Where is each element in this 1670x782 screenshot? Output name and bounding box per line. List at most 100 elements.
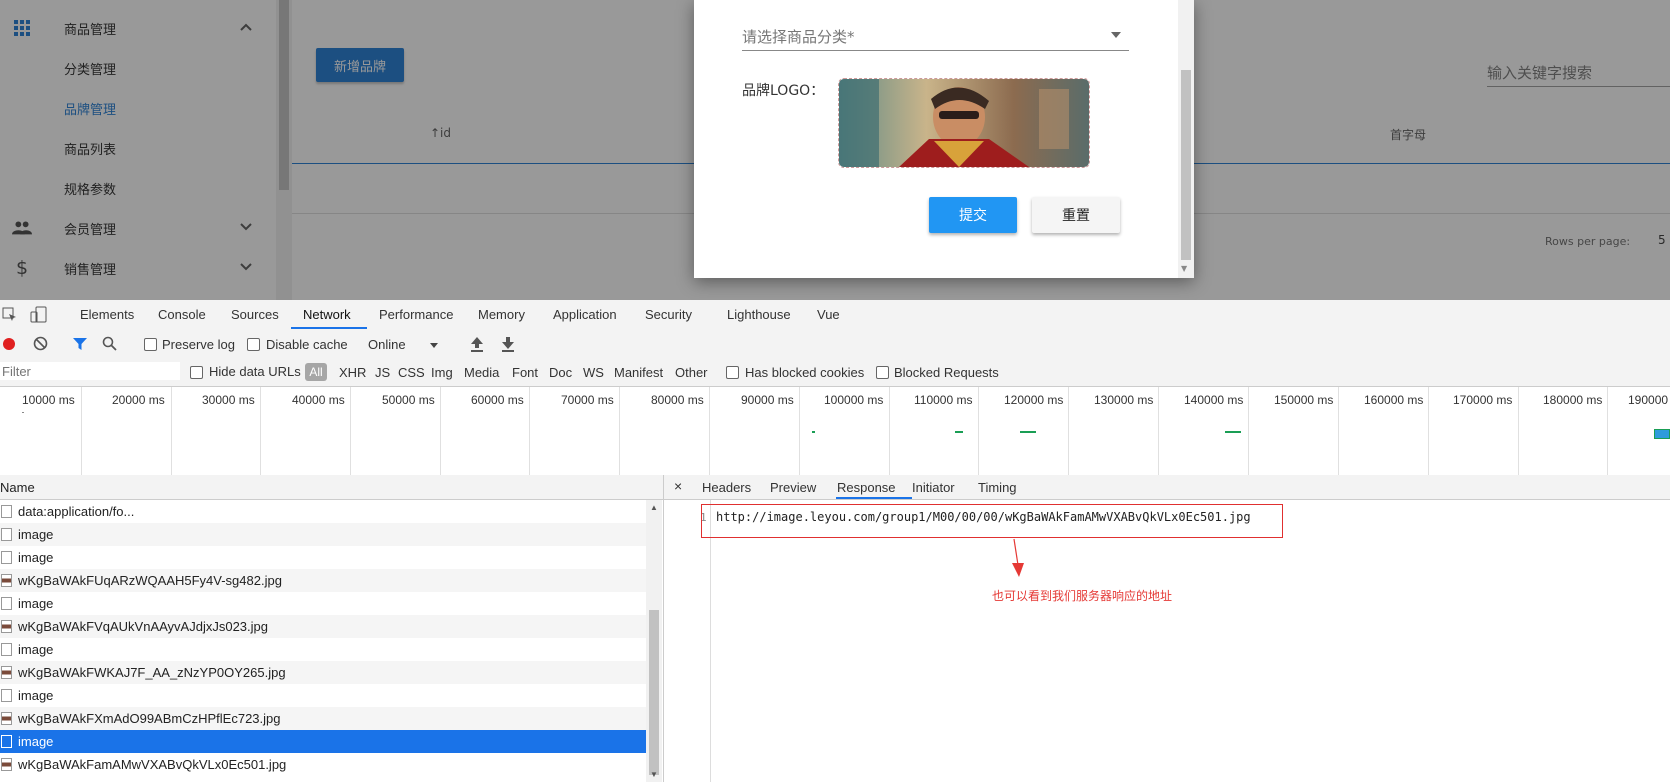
has-blocked-cookies-checkbox[interactable] bbox=[726, 366, 739, 379]
tab-console[interactable]: Console bbox=[158, 307, 206, 322]
disable-cache-checkbox[interactable] bbox=[247, 338, 260, 351]
timeline-label: 60000 ms bbox=[471, 393, 524, 407]
request-row[interactable]: wKgBaWAkFXmAdO99ABmCzHPflEc723.jpg bbox=[0, 707, 646, 730]
tab-memory[interactable]: Memory bbox=[478, 307, 525, 322]
timeline-label: 50000 ms bbox=[382, 393, 435, 407]
timeline-gridline bbox=[1607, 387, 1608, 475]
request-row[interactable]: wKgBaWAkFVqAUkVnAAyvAJdjxJs023.jpg bbox=[0, 615, 646, 638]
request-row[interactable]: image bbox=[0, 638, 646, 661]
filter-doc[interactable]: Doc bbox=[549, 365, 572, 380]
timeline-label: 90000 ms bbox=[741, 393, 794, 407]
request-list-scrollbar[interactable]: ▲ ▼ bbox=[646, 500, 662, 782]
tab-sources[interactable]: Sources bbox=[231, 307, 279, 322]
filter-font[interactable]: Font bbox=[512, 365, 538, 380]
request-row[interactable]: image bbox=[0, 546, 646, 569]
import-har-icon[interactable] bbox=[470, 336, 484, 355]
record-icon[interactable] bbox=[3, 338, 15, 350]
scroll-down-arrow-icon[interactable]: ▼ bbox=[1181, 264, 1187, 273]
tab-vue[interactable]: Vue bbox=[817, 307, 840, 322]
timeline-gridline bbox=[81, 387, 82, 475]
filter-manifest[interactable]: Manifest bbox=[614, 365, 663, 380]
request-name: image bbox=[18, 550, 54, 565]
tab-elements[interactable]: Elements bbox=[80, 307, 134, 322]
timeline-label: 30000 ms bbox=[202, 393, 255, 407]
devtools-tabbar: Elements Console Sources Network Perform… bbox=[0, 300, 1670, 331]
throttle-select[interactable]: Online bbox=[368, 337, 406, 352]
brand-dialog: 请选择商品分类* 品牌LOGO： 提交 重置 ▼ bbox=[694, 0, 1194, 278]
filter-css[interactable]: CSS bbox=[398, 365, 425, 380]
filter-input[interactable] bbox=[0, 362, 180, 380]
dialog-scrollbar[interactable]: ▼ bbox=[1178, 0, 1194, 278]
filter-img[interactable]: Img bbox=[431, 365, 453, 380]
clear-icon[interactable] bbox=[33, 336, 48, 354]
timeline-gridline bbox=[709, 387, 710, 475]
request-list: Name data:application/fo... image image … bbox=[0, 475, 664, 782]
filter-media[interactable]: Media bbox=[464, 365, 499, 380]
inspect-element-icon[interactable] bbox=[2, 307, 18, 326]
preserve-log-checkbox[interactable] bbox=[144, 338, 157, 351]
blocked-requests-label: Blocked Requests bbox=[894, 365, 999, 380]
request-row-selected[interactable]: image bbox=[0, 730, 646, 753]
filter-js[interactable]: JS bbox=[375, 365, 390, 380]
tab-security[interactable]: Security bbox=[645, 307, 692, 322]
request-row[interactable]: data:application/fo... bbox=[0, 500, 646, 523]
category-select[interactable]: 请选择商品分类* bbox=[742, 22, 1129, 51]
timeline-label: 120000 ms bbox=[1004, 393, 1064, 407]
network-overview-timeline[interactable]: 10000 ms 20000 ms 30000 ms 40000 ms 5000… bbox=[0, 387, 1670, 476]
dropdown-arrow-icon bbox=[1111, 32, 1121, 38]
timeline-gridline bbox=[350, 387, 351, 475]
timeline-request-bar bbox=[955, 431, 963, 433]
timeline-label: 80000 ms bbox=[651, 393, 704, 407]
tab-lighthouse[interactable]: Lighthouse bbox=[727, 307, 791, 322]
filter-xhr[interactable]: XHR bbox=[339, 365, 366, 380]
tab-application[interactable]: Application bbox=[553, 307, 617, 322]
timeline-label: 10000 ms bbox=[22, 393, 75, 407]
export-har-icon[interactable] bbox=[501, 336, 515, 355]
timeline-label: 100000 ms bbox=[824, 393, 884, 407]
reset-button[interactable]: 重置 bbox=[1032, 197, 1120, 233]
search-icon[interactable] bbox=[102, 336, 117, 354]
tab-preview[interactable]: Preview bbox=[770, 480, 816, 495]
timeline-gridline bbox=[1428, 387, 1429, 475]
scroll-up-arrow-icon[interactable]: ▲ bbox=[650, 503, 658, 512]
request-row[interactable]: wKgBaWAkFUqARzWQAAH5Fy4V-sg482.jpg bbox=[0, 569, 646, 592]
request-name: image bbox=[18, 527, 54, 542]
logo-preview[interactable] bbox=[838, 78, 1090, 168]
name-column-header[interactable]: Name bbox=[0, 480, 35, 495]
devtools-panel: Elements Console Sources Network Perform… bbox=[0, 300, 1670, 782]
filter-icon[interactable] bbox=[72, 337, 88, 354]
request-row[interactable]: wKgBaWAkFamAMwVXABvQkVLx0Ec501.jpg bbox=[0, 753, 646, 776]
timeline-request-bar bbox=[812, 431, 815, 433]
close-icon[interactable]: × bbox=[674, 478, 682, 494]
timeline-label: 110000 ms bbox=[914, 393, 973, 407]
tab-headers[interactable]: Headers bbox=[702, 480, 751, 495]
tab-initiator[interactable]: Initiator bbox=[912, 480, 955, 495]
active-detail-tab-indicator bbox=[836, 497, 912, 499]
request-row[interactable]: image bbox=[0, 592, 646, 615]
network-filterbar: Hide data URLs All XHR JS CSS Img Media … bbox=[0, 358, 1670, 387]
dialog-scroll-thumb[interactable] bbox=[1181, 70, 1191, 260]
timeline-gridline bbox=[799, 387, 800, 475]
image-thumbnail-icon bbox=[1, 574, 12, 587]
filter-ws[interactable]: WS bbox=[583, 365, 604, 380]
tab-response[interactable]: Response bbox=[837, 480, 896, 495]
file-icon bbox=[1, 505, 12, 518]
filter-other[interactable]: Other bbox=[675, 365, 708, 380]
timeline-gridline bbox=[889, 387, 890, 475]
filter-all-button[interactable]: All bbox=[305, 363, 327, 381]
request-row[interactable]: image bbox=[0, 684, 646, 707]
throttle-dropdown-icon[interactable] bbox=[430, 343, 438, 348]
tab-performance[interactable]: Performance bbox=[379, 307, 453, 322]
device-toolbar-icon[interactable] bbox=[30, 306, 48, 327]
logo-image bbox=[839, 79, 1089, 167]
request-row[interactable]: image bbox=[0, 523, 646, 546]
tab-network[interactable]: Network bbox=[303, 307, 351, 322]
tab-timing[interactable]: Timing bbox=[978, 480, 1017, 495]
submit-button[interactable]: 提交 bbox=[929, 197, 1017, 233]
request-row[interactable]: wKgBaWAkFWKAJ7F_AA_zNzYP0OY265.jpg bbox=[0, 661, 646, 684]
hide-data-urls-checkbox[interactable] bbox=[190, 366, 203, 379]
blocked-requests-checkbox[interactable] bbox=[876, 366, 889, 379]
scroll-down-arrow-icon[interactable]: ▼ bbox=[650, 770, 658, 779]
request-list-scroll-thumb[interactable] bbox=[649, 610, 659, 775]
timeline-gridline bbox=[171, 387, 172, 475]
